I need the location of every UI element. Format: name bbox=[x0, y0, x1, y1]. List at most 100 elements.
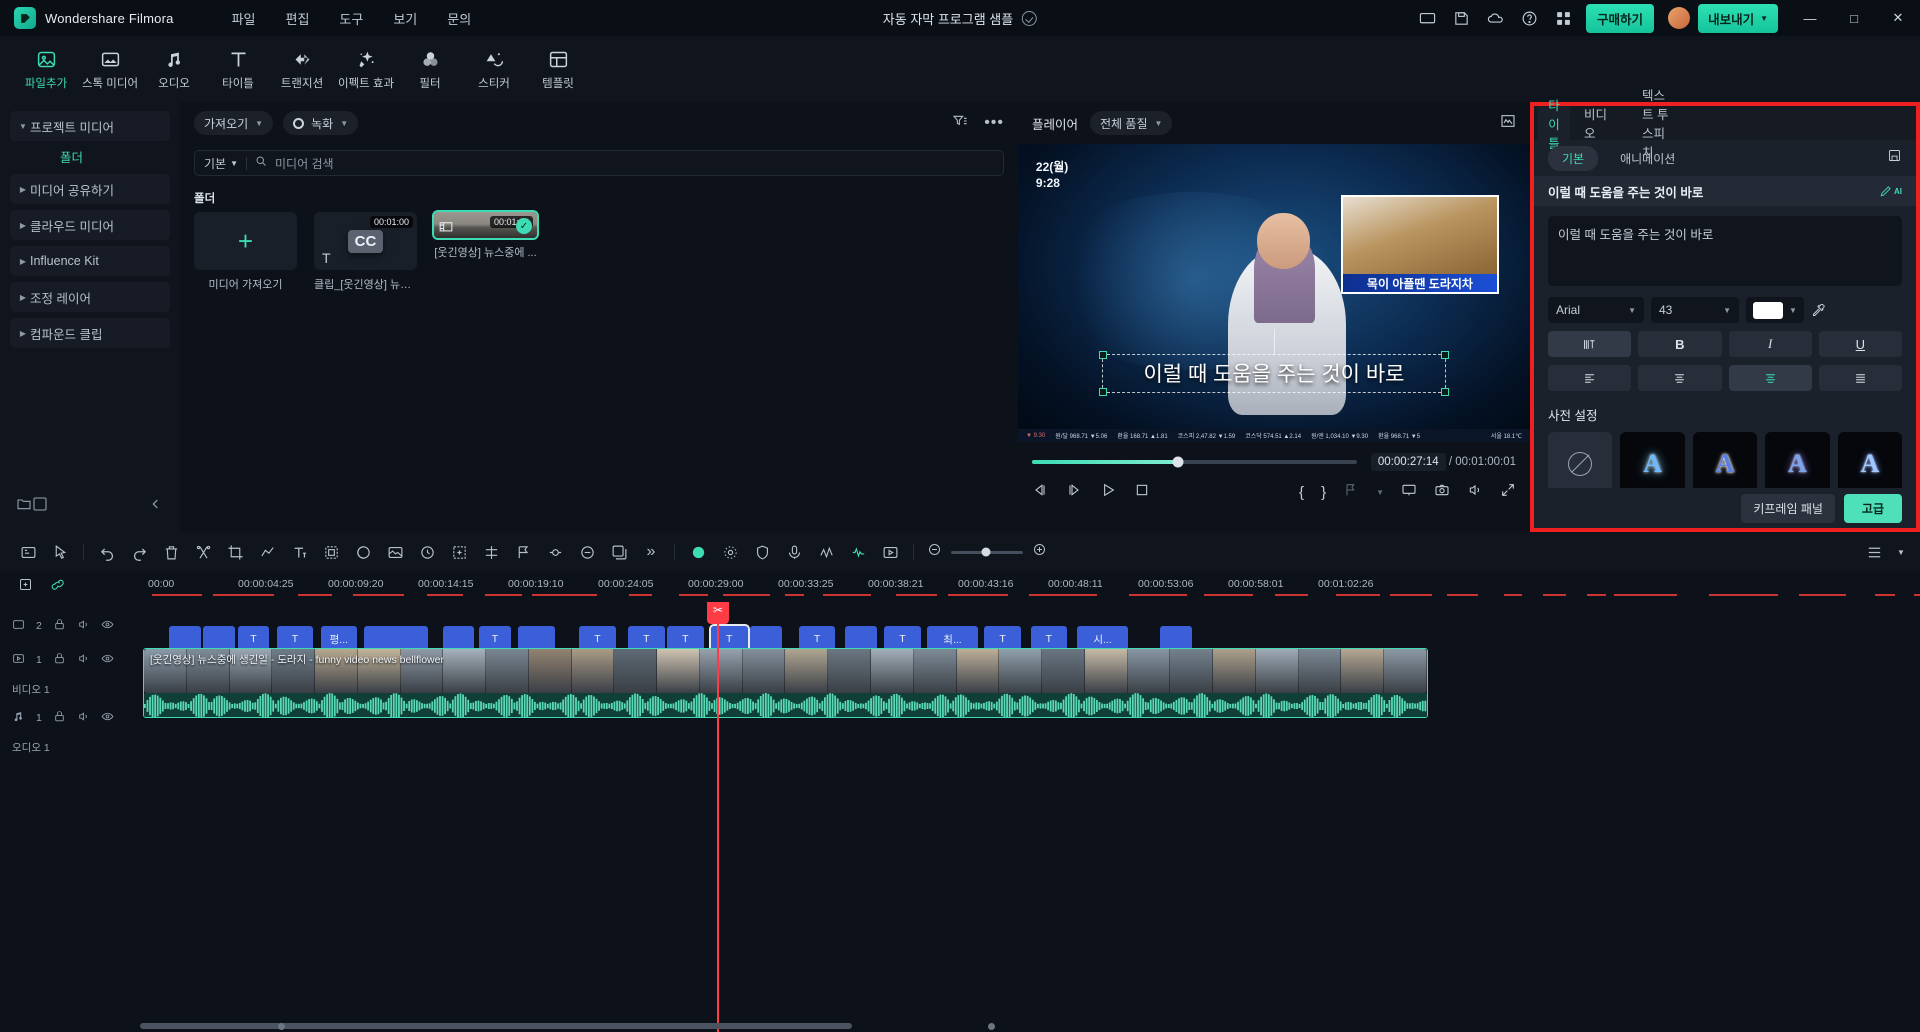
video-clip[interactable]: [웃긴영상] 뉴스중에 생긴일 - 도라지 - funny video news… bbox=[143, 648, 1428, 718]
sidebar-item-share-media[interactable]: ▶ 미디어 공유하기 bbox=[10, 174, 170, 204]
menu-item-edit[interactable]: 편집 bbox=[285, 9, 309, 28]
eyedropper-icon[interactable] bbox=[1811, 303, 1826, 318]
italic-button[interactable]: I bbox=[1729, 331, 1812, 357]
microphone-icon[interactable] bbox=[778, 537, 810, 567]
split-icon[interactable] bbox=[187, 537, 219, 567]
align-justify-button[interactable] bbox=[1819, 365, 1902, 391]
sidebar-item-compound-clip[interactable]: ▶ 컴파운드 클립 bbox=[10, 318, 170, 348]
buy-button[interactable]: 구매하기 bbox=[1586, 4, 1654, 33]
mark-out-icon[interactable]: } bbox=[1321, 484, 1326, 501]
letter-spacing-button[interactable] bbox=[1548, 331, 1631, 357]
add-track-icon[interactable] bbox=[18, 577, 33, 597]
pop-out-icon[interactable] bbox=[1401, 482, 1417, 503]
volume-icon[interactable] bbox=[1467, 482, 1483, 503]
text-tool-icon[interactable] bbox=[283, 537, 315, 567]
more-options-icon[interactable]: ••• bbox=[984, 114, 1004, 132]
timeline-hscrollbar[interactable] bbox=[140, 1023, 1908, 1029]
keyframe-add-icon[interactable] bbox=[443, 537, 475, 567]
play-icon[interactable] bbox=[1100, 482, 1116, 503]
media-search-bar[interactable]: 기본 ▼ 미디어 검색 bbox=[194, 150, 1004, 176]
subtab-basic[interactable]: 기본 bbox=[1548, 146, 1598, 171]
rotate-handle[interactable] bbox=[1274, 329, 1275, 355]
track-mute-icon[interactable] bbox=[77, 618, 90, 634]
mark-in-icon[interactable]: { bbox=[1299, 484, 1304, 501]
render-preview-icon[interactable] bbox=[874, 537, 906, 567]
menu-item-tools[interactable]: 도구 bbox=[339, 9, 363, 28]
track-mute-icon[interactable] bbox=[77, 710, 90, 726]
snapshot-icon[interactable] bbox=[1434, 482, 1450, 503]
minimize-button[interactable]: — bbox=[1788, 0, 1832, 36]
subtab-animation[interactable]: 애니메이션 bbox=[1606, 146, 1689, 171]
preset-item[interactable]: A bbox=[1693, 432, 1757, 488]
preset-item[interactable]: A bbox=[1620, 432, 1684, 488]
tab-video[interactable]: 비디오 bbox=[1584, 106, 1616, 140]
ai-settings-icon[interactable] bbox=[714, 537, 746, 567]
collapse-sidebar-icon[interactable] bbox=[148, 496, 164, 517]
hscroll-handle-left[interactable] bbox=[278, 1023, 285, 1030]
screen-icon[interactable] bbox=[1410, 0, 1444, 36]
track-mute-icon[interactable] bbox=[77, 652, 90, 668]
hscroll-handle-right[interactable] bbox=[988, 1023, 995, 1030]
video-preview-stage[interactable]: 목이 아플땐 도라지차 22(월) 9:28 이럴 때 도움을 주는 것이 바로 bbox=[1018, 144, 1530, 442]
auto-reframe-icon[interactable] bbox=[12, 537, 44, 567]
mix-icon[interactable] bbox=[539, 537, 571, 567]
font-color-select[interactable]: ▼ bbox=[1746, 297, 1804, 323]
stabilize-icon[interactable] bbox=[411, 537, 443, 567]
crop-icon[interactable] bbox=[219, 537, 251, 567]
align-middle-button[interactable] bbox=[1729, 365, 1812, 391]
ruler-track[interactable]: 00:00 00:00:04:25 00:00:09:20 00:00:14:15 00… bbox=[140, 572, 1920, 602]
zoom-out-icon[interactable] bbox=[927, 542, 942, 562]
media-card-import[interactable]: + 미디어 가져오기 bbox=[194, 212, 297, 292]
fullscreen-icon[interactable] bbox=[1500, 482, 1516, 503]
tool-tab-stickers[interactable]: 스티커 bbox=[462, 48, 526, 91]
caption-clip-thumb[interactable]: 00:01:00 CC T bbox=[314, 212, 417, 270]
sidebar-item-cloud-media[interactable]: ▶ 클라우드 미디어 bbox=[10, 210, 170, 240]
tool-tab-templates[interactable]: 템플릿 bbox=[526, 48, 590, 91]
tool-tab-filters[interactable]: 필터 bbox=[398, 48, 462, 91]
user-avatar[interactable] bbox=[1668, 7, 1690, 29]
advanced-button[interactable]: 고급 bbox=[1844, 494, 1902, 523]
menu-item-help[interactable]: 문의 bbox=[447, 9, 471, 28]
adjust-icon[interactable] bbox=[571, 537, 603, 567]
color-swatch[interactable] bbox=[1753, 302, 1783, 319]
speed-icon[interactable] bbox=[251, 537, 283, 567]
ai-edit-icon[interactable]: AI bbox=[1879, 184, 1902, 198]
link-icon[interactable] bbox=[51, 577, 66, 597]
shield-icon[interactable] bbox=[746, 537, 778, 567]
apps-grid-icon[interactable] bbox=[1546, 0, 1580, 36]
export-button[interactable]: 내보내기 ▼ bbox=[1698, 4, 1778, 33]
menu-item-view[interactable]: 보기 bbox=[393, 9, 417, 28]
track-visibility-icon[interactable] bbox=[101, 652, 114, 668]
text-content-textarea[interactable]: 이럴 때 도움을 주는 것이 바로 bbox=[1548, 216, 1902, 286]
redo-icon[interactable] bbox=[123, 537, 155, 567]
maximize-button[interactable]: □ bbox=[1832, 0, 1876, 36]
current-time[interactable]: 00:00:27:14 bbox=[1371, 453, 1446, 471]
font-family-select[interactable]: Arial ▼ bbox=[1548, 297, 1644, 323]
track-visibility-icon[interactable] bbox=[101, 710, 114, 726]
hscroll-thumb[interactable] bbox=[140, 1023, 852, 1029]
text-clip-row[interactable]: T T 평... T T T T T T T 최... T T 시... bbox=[140, 612, 1920, 642]
sidebar-item-project-media[interactable]: ▼ 프로젝트 미디어 bbox=[10, 111, 170, 141]
playback-scrubber[interactable] bbox=[1032, 460, 1357, 464]
tools-more-icon[interactable]: » bbox=[635, 537, 667, 567]
video-clip-thumb[interactable]: 00:01:00 ✓ bbox=[434, 212, 537, 238]
close-button[interactable]: ✕ bbox=[1876, 0, 1920, 36]
track-height-icon[interactable] bbox=[1858, 537, 1890, 567]
tool-tab-transitions[interactable]: 트랜지션 bbox=[270, 48, 334, 91]
beat-detect-icon[interactable] bbox=[842, 537, 874, 567]
stop-icon[interactable] bbox=[1134, 482, 1150, 503]
tool-tab-effects[interactable]: 이펙트 효과 bbox=[334, 48, 398, 91]
preset-none[interactable] bbox=[1548, 432, 1612, 488]
playhead[interactable]: ✂ bbox=[717, 602, 719, 1032]
auto-sync-icon[interactable] bbox=[475, 537, 507, 567]
cloud-icon[interactable] bbox=[1478, 0, 1512, 36]
keyframe-panel-button[interactable]: 키프레임 패널 bbox=[1741, 494, 1835, 523]
mask-icon[interactable] bbox=[315, 537, 347, 567]
tool-tab-audio[interactable]: 오디오 bbox=[142, 48, 206, 91]
zoom-slider[interactable] bbox=[951, 551, 1023, 554]
grid-view-icon[interactable] bbox=[32, 496, 48, 517]
tool-tab-titles[interactable]: 타이틀 bbox=[206, 48, 270, 91]
next-frame-icon[interactable] bbox=[1066, 482, 1082, 503]
underline-button[interactable]: U bbox=[1819, 331, 1902, 357]
font-size-select[interactable]: 43 ▼ bbox=[1651, 297, 1739, 323]
